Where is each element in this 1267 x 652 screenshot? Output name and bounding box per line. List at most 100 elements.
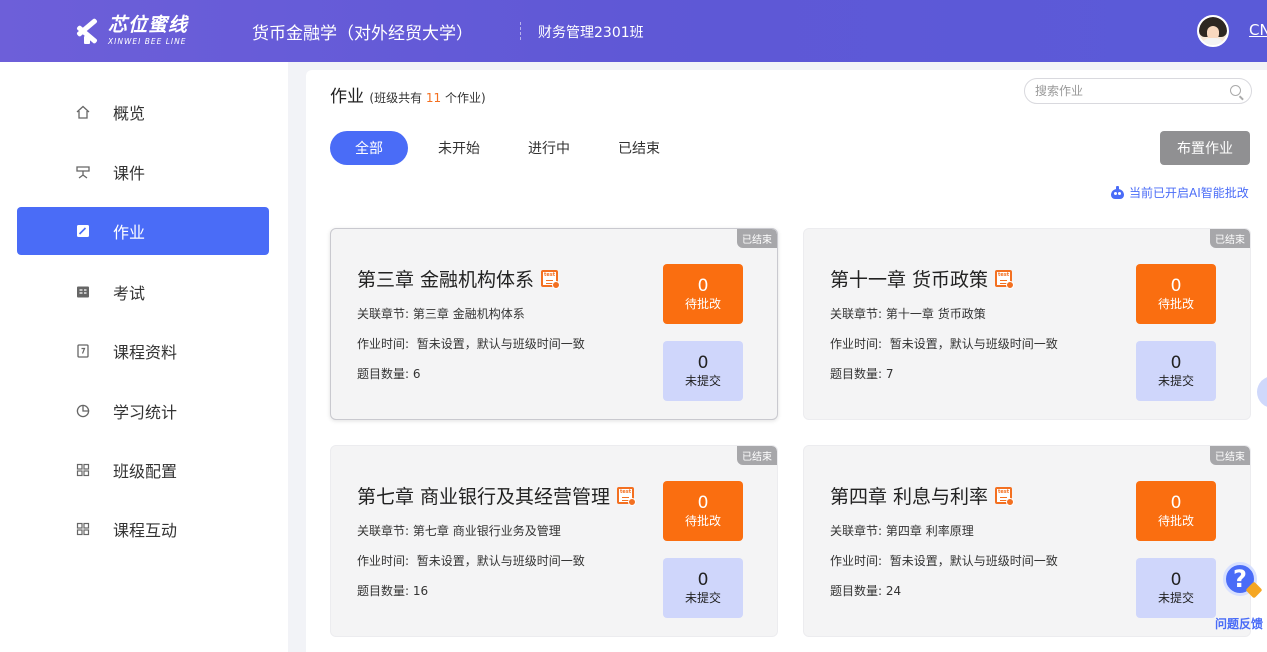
assign-homework-button[interactable]: 布置作业 [1160,131,1250,165]
sidebar-item-statistics[interactable]: 学习统计 [17,387,269,435]
status-badge: 已结束 [1210,446,1250,465]
sidebar-item-materials[interactable]: 课程资料 [17,327,269,375]
chapter-label: 关联章节: [830,307,883,321]
count-label: 题目数量: [830,584,883,598]
homework-title-text: 第四章 利息与利率 [830,486,989,508]
test-icon: test [617,487,637,506]
feedback-widget[interactable]: ? 问题反馈 [1213,556,1267,636]
homework-card[interactable]: 已结束 第四章 利息与利率 test 关联章节: 第四章 利率原理 作业时间: … [803,445,1251,637]
count-value: 16 [412,584,429,598]
sidebar-item-class-config[interactable]: 班级配置 [17,446,269,494]
unsubmitted-button[interactable]: 0 未提交 [663,558,743,618]
time-info: 作业时间: 暂未设置，默认与班级时间一致 [830,552,1058,569]
chapter-value: 第十一章 货币政策 [885,307,986,321]
count-label: 题目数量: [357,584,410,598]
homework-card[interactable]: 已结束 第七章 商业银行及其经营管理 test 关联章节: 第七章 商业银行业务… [330,445,778,637]
count-label: 题目数量: [357,367,410,381]
time-value: 暂未设置，默认与班级时间一致 [416,554,585,568]
unsubmitted-label: 未提交 [684,374,721,388]
pending-review-button[interactable]: 0 待批改 [1136,264,1216,324]
feedback-label[interactable]: 问题反馈 [1215,615,1263,632]
homework-card[interactable]: 已结束 第十一章 货币政策 test 关联章节: 第十一章 货币政策 作业时间:… [803,228,1251,420]
home-icon [75,104,91,120]
pending-review-button[interactable]: 0 待批改 [663,481,743,541]
chapter-label: 关联章节: [830,524,883,538]
unsubmitted-button[interactable]: 0 未提交 [1136,558,1216,618]
unsubmitted-count: 0 [697,353,709,373]
time-value: 暂未设置，默认与班级时间一致 [889,337,1058,351]
question-mark-icon[interactable]: ? [1223,562,1257,596]
chapter-value: 第四章 利率原理 [885,524,974,538]
unsubmitted-count: 0 [1170,570,1182,590]
count-suffix: 个作业) [441,91,486,105]
homework-title: 第三章 金融机构体系 test [357,265,561,292]
time-info: 作业时间: 暂未设置，默认与班级时间一致 [830,335,1058,352]
pending-label: 待批改 [1157,297,1194,311]
homework-title-text: 第七章 商业银行及其经营管理 [357,486,611,508]
pending-review-button[interactable]: 0 待批改 [663,264,743,324]
sidebar-item-label: 课程资料 [113,343,178,362]
sidebar-item-exam[interactable]: 考试 [17,268,269,316]
homework-title: 第七章 商业银行及其经营管理 test [357,482,637,509]
homework-card[interactable]: 已结束 第三章 金融机构体系 test 关联章节: 第三章 金融机构体系 作业时… [330,228,778,420]
class-name[interactable]: 财务管理2301班 [538,22,644,42]
pending-count: 0 [697,276,709,296]
logo-text: 芯位蜜线 [108,14,189,37]
count-prefix: (班级共有 [369,91,426,105]
test-icon: test [995,270,1015,289]
time-info: 作业时间: 暂未设置，默认与班级时间一致 [357,335,585,352]
sidebar-item-courseware[interactable]: 课件 [17,148,269,196]
sidebar-item-label: 课程互动 [113,521,178,540]
tab-ended[interactable]: 已结束 [618,138,660,158]
course-title[interactable]: 货币金融学（对外经贸大学） [252,19,473,44]
logo[interactable]: 芯位蜜线 XINWEI BEE LINE [72,12,188,50]
homework-icon [75,223,91,239]
sidebar-item-homework[interactable]: 作业 [17,207,269,255]
chapter-info: 关联章节: 第七章 商业银行业务及管理 [357,522,561,539]
homework-title: 第十一章 货币政策 test [830,265,1015,292]
time-info: 作业时间: 暂未设置，默认与班级时间一致 [357,552,585,569]
homework-title-text: 第十一章 货币政策 [830,269,989,291]
homework-title-text: 第三章 金融机构体系 [357,269,535,291]
time-label: 作业时间: [357,337,410,351]
courseware-icon [75,164,91,180]
unsubmitted-button[interactable]: 0 未提交 [663,341,743,401]
search-placeholder: 搜索作业 [1035,84,1084,98]
chapter-info: 关联章节: 第十一章 货币政策 [830,305,986,322]
question-count: 题目数量: 24 [830,582,901,599]
sidebar-item-overview[interactable]: 概览 [17,88,269,136]
ai-grading-text: 当前已开启AI智能批改 [1129,186,1249,200]
sidebar-item-interaction[interactable]: 课程互动 [17,505,269,553]
chapter-value: 第三章 金融机构体系 [412,307,525,321]
homework-title: 第四章 利息与利率 test [830,482,1015,509]
unsubmitted-button[interactable]: 0 未提交 [1136,341,1216,401]
search-input[interactable]: 搜索作业 [1024,78,1252,104]
question-count: 题目数量: 6 [357,365,421,382]
pending-review-button[interactable]: 0 待批改 [1136,481,1216,541]
user-avatar[interactable] [1197,15,1229,47]
pending-label: 待批改 [1157,514,1194,528]
count-value: 6 [412,367,421,381]
materials-icon [75,343,91,359]
ai-grading-notice[interactable]: 当前已开启AI智能批改 [1110,184,1249,201]
pending-label: 待批改 [684,514,721,528]
tab-in-progress[interactable]: 进行中 [528,138,570,158]
exam-icon [75,284,91,300]
unsubmitted-label: 未提交 [684,591,721,605]
filter-tabs: 全部 未开始 进行中 已结束 [330,131,708,165]
count-value: 24 [885,584,902,598]
unsubmitted-count: 0 [697,570,709,590]
status-badge: 已结束 [1210,229,1250,248]
sidebar-item-label: 作业 [113,223,146,242]
question-count: 题目数量: 16 [357,582,428,599]
grid-icon [75,521,91,537]
count-number: 11 [425,91,442,105]
chapter-label: 关联章节: [357,307,410,321]
question-count: 题目数量: 7 [830,365,894,382]
tab-all[interactable]: 全部 [330,131,408,165]
main-panel: 作业 (班级共有 11 个作业) 搜索作业 全部 未开始 进行中 已结束 布置作… [306,70,1267,652]
time-value: 暂未设置，默认与班级时间一致 [889,554,1058,568]
language-switch[interactable]: CN [1249,21,1267,39]
tab-not-started[interactable]: 未开始 [438,138,480,158]
search-icon[interactable] [1230,85,1241,96]
